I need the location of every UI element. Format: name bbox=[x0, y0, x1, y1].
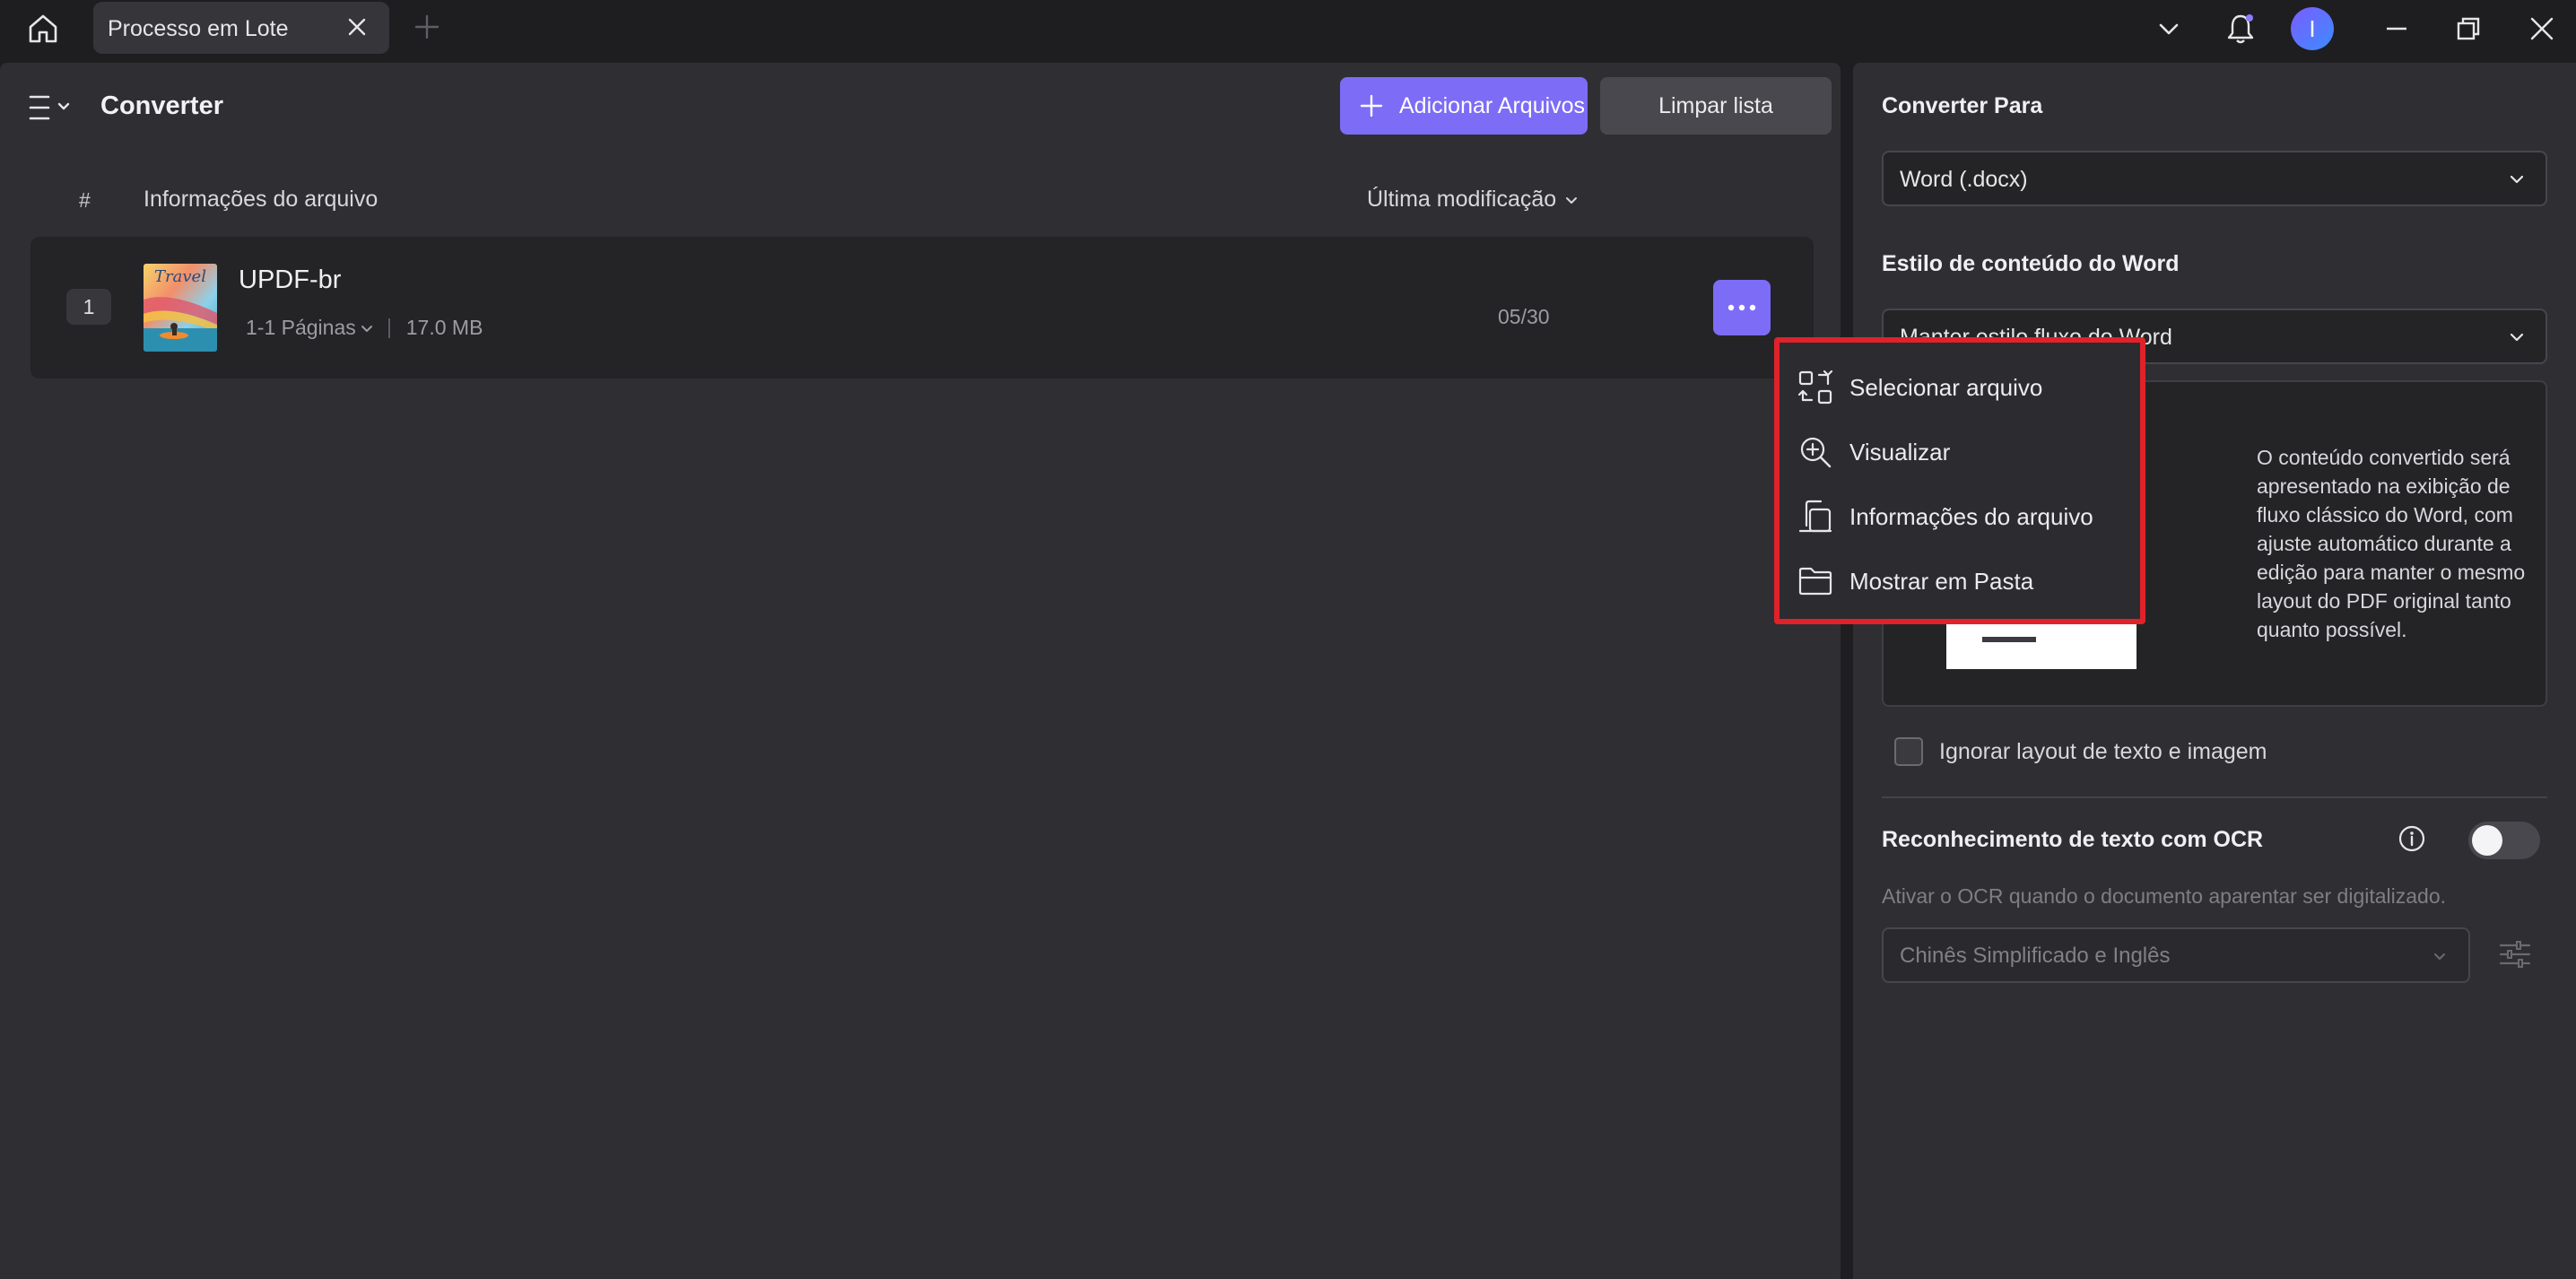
folder-icon bbox=[1798, 567, 1832, 596]
user-avatar[interactable]: I bbox=[2291, 7, 2334, 50]
file-size: 17.0 MB bbox=[405, 316, 483, 339]
restore-icon bbox=[2457, 17, 2480, 40]
chevron-down-icon bbox=[2510, 175, 2524, 184]
zoom-in-icon bbox=[1800, 437, 1832, 468]
word-style-heading: Estilo de conteúdo do Word bbox=[1882, 251, 2180, 276]
menu-item-show-in-folder[interactable]: Mostrar em Pasta bbox=[1797, 558, 2033, 605]
file-row[interactable]: 1 Travel UPDF-br 1-1 Páginas 17.0 MB 05/… bbox=[30, 237, 1814, 378]
chevron-down-icon bbox=[1566, 196, 1578, 204]
title-bar: Processo em Lote I bbox=[0, 0, 2576, 61]
add-files-label: Adicionar Arquivos bbox=[1399, 92, 1586, 118]
dropdown-button[interactable] bbox=[2149, 9, 2189, 48]
menu-item-label: Visualizar bbox=[1849, 438, 1951, 465]
more-options-button[interactable] bbox=[1713, 280, 1771, 335]
menu-item-preview[interactable]: Visualizar bbox=[1797, 429, 1950, 475]
close-tab-icon[interactable] bbox=[344, 14, 370, 39]
ocr-hint: Ativar o OCR quando o documento aparenta… bbox=[1882, 884, 2447, 908]
home-button[interactable] bbox=[23, 9, 63, 48]
file-list-panel: Converter Adicionar Arquivos Limpar list… bbox=[0, 63, 1841, 1279]
ignore-layout-option[interactable]: Ignorar layout de texto e imagem bbox=[1894, 737, 2267, 766]
minimize-icon bbox=[2387, 27, 2406, 30]
add-tab-icon[interactable] bbox=[413, 13, 441, 41]
page-title: Converter bbox=[100, 91, 223, 120]
convert-format-select[interactable]: Word (.docx) bbox=[1882, 151, 2547, 206]
menu-item-label: Mostrar em Pasta bbox=[1849, 567, 2034, 595]
file-meta: 1-1 Páginas 17.0 MB bbox=[246, 316, 483, 340]
thumbnail-title: Travel bbox=[154, 267, 206, 286]
row-number: 1 bbox=[66, 289, 111, 325]
menu-item-label: Selecionar arquivo bbox=[1849, 373, 2043, 401]
preview-text-line bbox=[1982, 637, 2036, 642]
file-name: UPDF-br bbox=[239, 265, 342, 294]
tab-label: Processo em Lote bbox=[108, 16, 289, 41]
settings-panel: Converter Para Word (.docx) Estilo de co… bbox=[1853, 63, 2576, 1279]
chevron-down-icon[interactable] bbox=[360, 321, 374, 335]
chevron-down-icon bbox=[2159, 23, 2179, 35]
preview-description: O conteúdo convertido será apresentado n… bbox=[2257, 446, 2526, 641]
close-window-button[interactable] bbox=[2522, 9, 2562, 48]
file-info-icon bbox=[1798, 500, 1832, 533]
info-icon[interactable] bbox=[2397, 823, 2427, 854]
file-date: 05/30 bbox=[1498, 305, 1550, 328]
last-modified-label: Última modificação bbox=[1367, 187, 1557, 212]
restore-button[interactable] bbox=[2449, 9, 2488, 48]
home-icon bbox=[29, 14, 57, 43]
ignore-layout-checkbox[interactable] bbox=[1894, 737, 1923, 766]
ocr-language-value: Chinês Simplificado e Inglês bbox=[1900, 944, 2171, 968]
ocr-heading: Reconhecimento de texto com OCR bbox=[1882, 827, 2264, 852]
sliders-icon[interactable] bbox=[2497, 936, 2533, 972]
menu-item-label: Informações do arquivo bbox=[1849, 502, 2093, 530]
more-horizontal-icon bbox=[1727, 304, 1756, 311]
convert-format-value: Word (.docx) bbox=[1900, 167, 2028, 192]
column-header-file-info: Informações do arquivo bbox=[144, 187, 379, 212]
add-files-button[interactable]: Adicionar Arquivos bbox=[1340, 77, 1588, 135]
ocr-language-select[interactable]: Chinês Simplificado e Inglês bbox=[1882, 927, 2470, 983]
bell-icon bbox=[2227, 14, 2254, 44]
meta-divider bbox=[387, 318, 390, 338]
file-context-menu: Selecionar arquivo Visualizar Informaçõe… bbox=[1774, 337, 2145, 624]
minimize-button[interactable] bbox=[2377, 9, 2416, 48]
select-file-icon bbox=[1797, 370, 1833, 405]
close-icon bbox=[2530, 17, 2554, 40]
page-range-dropdown[interactable]: 1-1 Páginas bbox=[246, 316, 356, 340]
clear-list-button[interactable]: Limpar lista bbox=[1600, 77, 1832, 135]
menu-item-file-info[interactable]: Informações do arquivo bbox=[1797, 493, 2093, 540]
chevron-down-icon bbox=[2434, 953, 2445, 960]
menu-icon[interactable] bbox=[29, 90, 74, 126]
notifications-button[interactable] bbox=[2221, 9, 2260, 48]
chevron-down-icon bbox=[2510, 333, 2524, 342]
ocr-toggle[interactable] bbox=[2468, 822, 2540, 859]
section-divider bbox=[1882, 796, 2547, 798]
tab-batch-process[interactable]: Processo em Lote bbox=[93, 2, 389, 54]
column-header-number: # bbox=[79, 188, 91, 212]
menu-item-select-file[interactable]: Selecionar arquivo bbox=[1797, 364, 2042, 411]
plus-icon bbox=[1360, 94, 1383, 117]
column-header-last-modified[interactable]: Última modificação bbox=[1367, 187, 1580, 213]
convert-to-heading: Converter Para bbox=[1882, 93, 2043, 118]
toggle-knob bbox=[2472, 825, 2502, 856]
file-thumbnail: Travel bbox=[144, 264, 217, 352]
ignore-layout-label: Ignorar layout de texto e imagem bbox=[1939, 738, 2267, 764]
